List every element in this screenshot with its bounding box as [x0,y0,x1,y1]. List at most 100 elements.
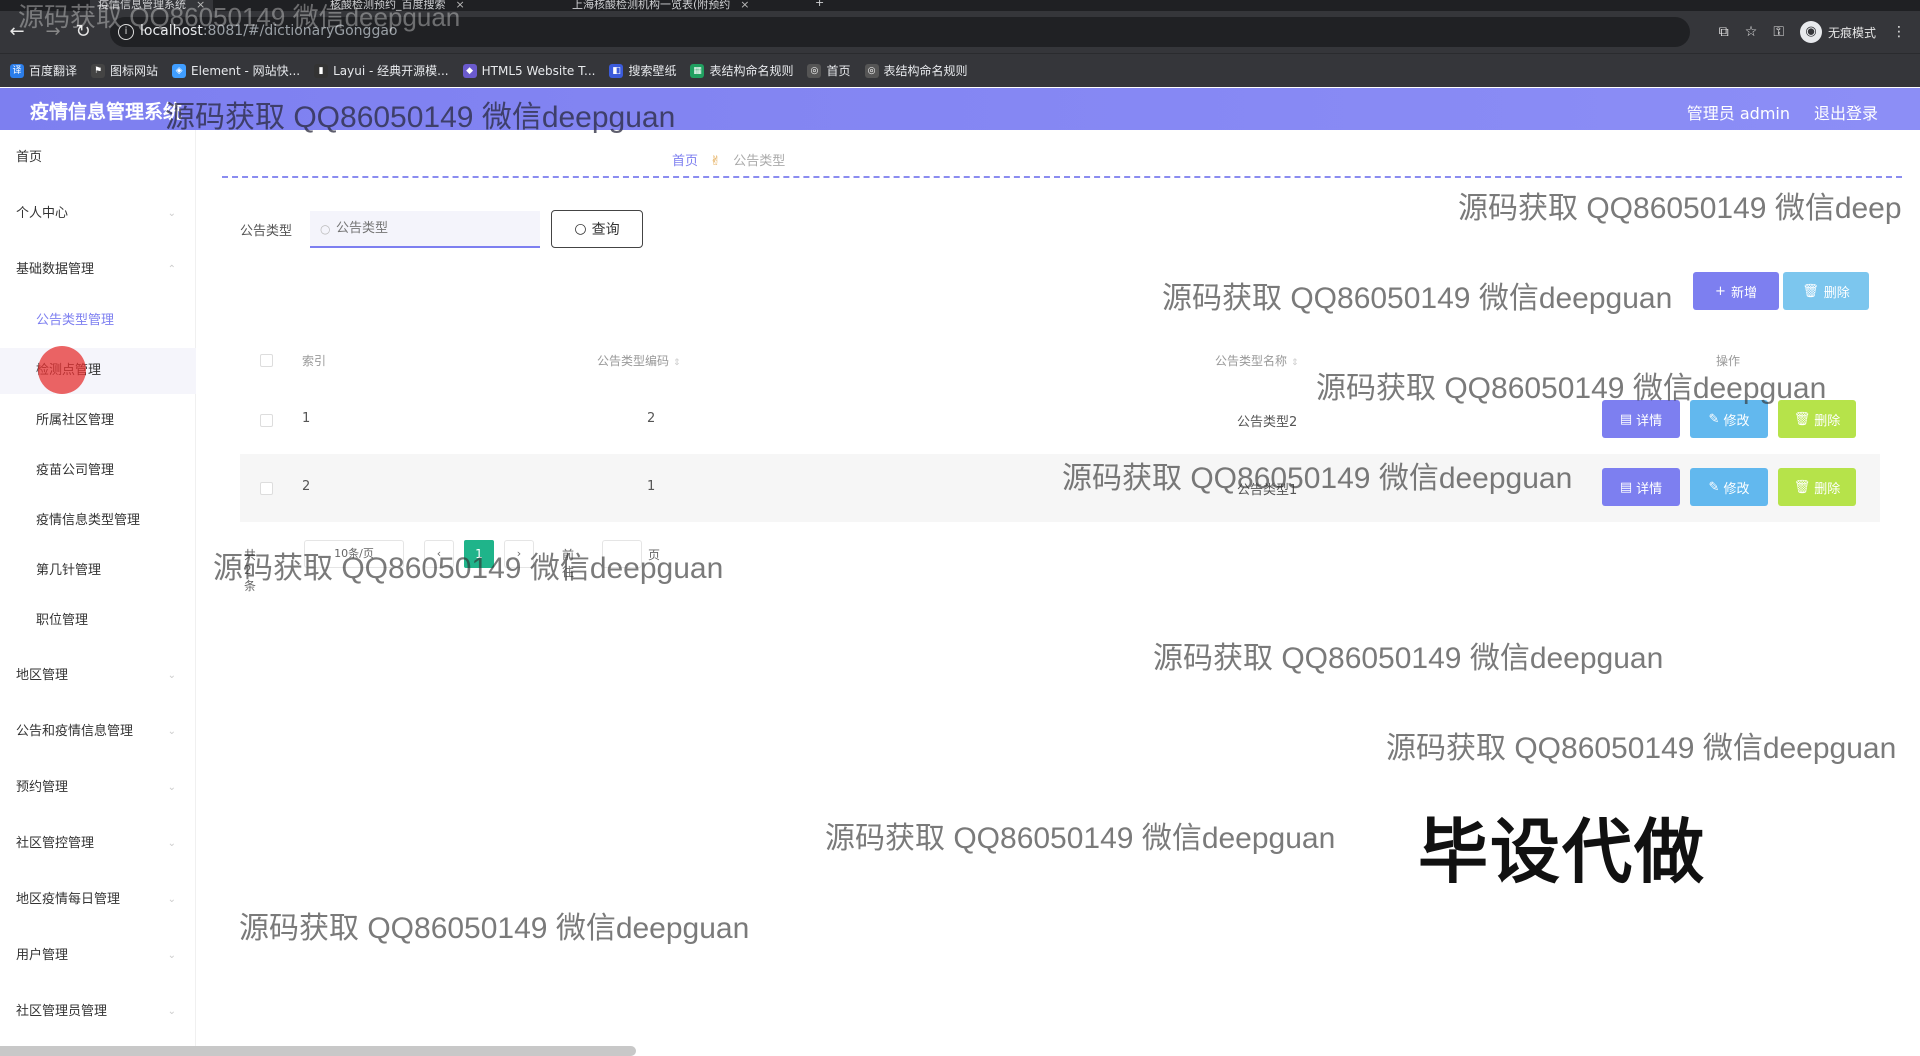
bookmark-label: 图标网站 [110,64,159,78]
divider [222,176,1902,178]
delete-label: 删除 [1814,413,1841,429]
cell-index: 1 [302,411,311,426]
sidebar-item-label: 预约管理 [16,780,69,795]
detail-label: 详情 [1636,481,1663,497]
star-icon[interactable]: ☆ [1745,24,1758,40]
column-header-name[interactable]: 公告类型名称 ⇕ [1215,352,1299,369]
sidebar-subitem-notice-type[interactable]: 公告类型管理 [0,298,196,344]
admin-user-label[interactable]: 管理员 admin [1687,100,1790,124]
bookmark-label: 百度翻译 [29,64,78,78]
sidebar-subitem-community[interactable]: 所属社区管理 [0,398,196,444]
sidebar-subitem-dose[interactable]: 第几针管理 [0,548,196,594]
sidebar-item-label: 职位管理 [36,613,89,628]
bookmark-item[interactable]: ◎ 首页 [807,62,851,79]
trash-icon: 🗑 [1802,283,1819,299]
row-checkbox[interactable] [260,482,273,495]
search-icon: ○ [320,222,331,236]
watermark: 源码获取 QQ86050149 微信deepguan [239,912,750,945]
edit-label: 修改 [1723,413,1750,429]
select-all-checkbox[interactable] [260,354,273,367]
bookmark-item[interactable]: ▦ 表结构命名规则 [690,62,793,79]
bookmark-icon: ▮ [314,63,329,78]
chevron-down-icon: ⌄ [167,838,176,849]
sidebar-item-appointment[interactable]: 预约管理 ⌄ [0,764,196,812]
translate-icon[interactable]: ⧉ [1719,24,1729,40]
bookmark-label: 首页 [826,64,851,78]
column-header-label: 公告类型名称 [1215,354,1288,368]
watermark: 源码获取 QQ86050149 微信deepguan [1062,462,1573,495]
chevron-down-icon: ⌄ [167,726,176,737]
chevron-down-icon: ⌄ [167,1006,176,1017]
chevron-down-icon: ⌄ [167,670,176,681]
bookmark-icon: ◎ [807,63,822,78]
sort-icon[interactable]: ⇕ [673,358,681,368]
sidebar-item-daily-epidemic[interactable]: 地区疫情每日管理 ⌄ [0,876,196,924]
sidebar-item-home[interactable]: 首页 [0,134,196,182]
breadcrumb: 首页 ✌ 公告类型 [672,150,785,169]
bookmark-item[interactable]: ◧ 搜索壁纸 [609,62,676,79]
query-button[interactable]: ○ 查询 [551,210,643,248]
sidebar-item-label: 社区管理员管理 [16,1004,108,1019]
sort-icon[interactable]: ⇕ [1291,358,1299,368]
sidebar-subitem-vaccine-company[interactable]: 疫苗公司管理 [0,448,196,494]
sidebar-item-community-control[interactable]: 社区管控管理 ⌄ [0,820,196,868]
query-label: 查询 [591,222,620,238]
bookmark-item[interactable]: ◎ 表结构命名规则 [864,62,968,79]
edit-button[interactable]: ✎ 修改 [1690,468,1768,506]
breadcrumb-current: 公告类型 [733,154,786,169]
sidebar-item-label: 社区管控管理 [16,836,95,851]
chevron-down-icon: ⌄ [167,894,176,905]
sidebar-subitem-epidemic-type[interactable]: 疫情信息类型管理 [0,498,196,544]
sidebar-item-label: 疫情信息类型管理 [36,513,141,528]
horizontal-scrollbar[interactable] [0,1046,636,1056]
new-tab-icon[interactable]: + [815,0,824,11]
sidebar-item-label: 疫苗公司管理 [36,463,115,478]
sidebar-item-notice-epidemic[interactable]: 公告和疫情信息管理 ⌄ [0,708,196,756]
notice-type-search-input[interactable] [310,211,540,248]
watermark: 源码获取 QQ86050149 微信deepguan [1386,732,1897,765]
column-header-code[interactable]: 公告类型编码 ⇕ [597,352,681,369]
close-icon[interactable]: × [740,0,749,11]
bookmark-item[interactable]: ◈ Element - 网站快... [172,62,300,79]
row-checkbox[interactable] [260,414,273,427]
bookmark-label: 搜索壁纸 [628,64,677,78]
sidebar-item-profile[interactable]: 个人中心 ⌄ [0,190,196,238]
delete-button[interactable]: 🗑 删除 [1778,468,1856,506]
bookmark-icon: ◎ [864,63,879,78]
sidebar-subitem-position[interactable]: 职位管理 [0,598,196,644]
detail-label: 详情 [1636,413,1663,429]
browser-tab[interactable]: 上海核酸检测机构一览表(附预约 × [572,0,750,11]
chevron-down-icon: ⌄ [167,950,176,961]
sidebar-item-community-admins[interactable]: 社区管理员管理 ⌄ [0,988,196,1036]
detail-button[interactable]: ▤ 详情 [1602,468,1680,506]
breadcrumb-home[interactable]: 首页 [672,154,698,169]
bookmark-item[interactable]: ◆ HTML5 Website T... [462,63,595,78]
sidebar-item-base-data[interactable]: 基础数据管理 ⌃ [0,246,196,294]
bookmark-label: Element - 网站快... [191,64,301,78]
menu-icon[interactable]: ⋮ [1892,24,1906,40]
doc-icon: ▤ [1619,411,1633,427]
pencil-icon: ✎ [1708,411,1720,427]
click-indicator [38,346,86,394]
sidebar-item-label: 第几针管理 [36,563,102,578]
key-icon[interactable]: ⚿ [1773,24,1784,40]
sidebar-item-region[interactable]: 地区管理 ⌄ [0,652,196,700]
incognito-badge[interactable]: ◉ 无痕模式 [1799,21,1876,43]
watermark: 源码获取 QQ86050149 微信deepguan [165,101,676,134]
sidebar-item-label: 地区管理 [16,668,69,683]
sidebar-item-users[interactable]: 用户管理 ⌄ [0,932,196,980]
bookmark-icon: 译 [10,63,24,78]
sidebar-item-label: 地区疫情每日管理 [16,892,121,907]
plus-icon: + [1715,283,1726,299]
watermark: 源码获取 QQ86050149 微信deepguan [825,822,1336,855]
bookmark-icon: ◧ [609,63,624,78]
filter-label: 公告类型 [240,224,293,239]
bookmark-item[interactable]: ⚑ 图标网站 [91,62,158,79]
logout-link[interactable]: 退出登录 [1814,100,1878,124]
bookmark-item[interactable]: 译百度翻译 [10,62,77,79]
add-button[interactable]: + 新增 [1693,272,1779,310]
tab-label: 上海核酸检测机构一览表(附预约 [572,0,731,11]
sidebar-subitem-test-site[interactable]: 检测点管理 [0,348,196,394]
batch-delete-button[interactable]: 🗑 删除 [1783,272,1869,310]
bookmark-item[interactable]: ▮ Layui - 经典开源模... [314,62,449,79]
